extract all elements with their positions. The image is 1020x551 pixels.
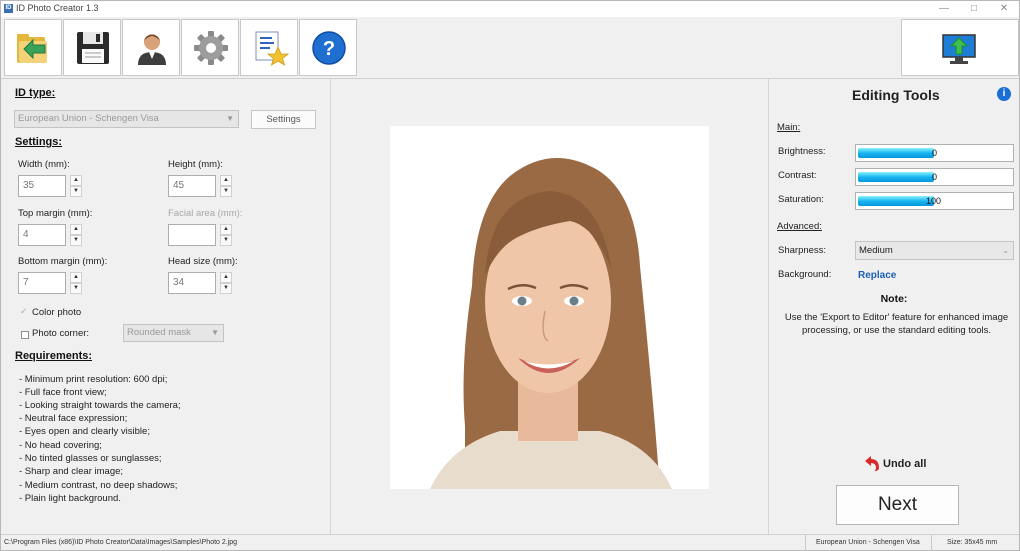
saturation-slider[interactable]: 100 [855,192,1014,210]
height-input[interactable]: 45 [168,175,216,197]
chevron-down-icon: ▼ [226,114,234,123]
undo-all-label: Undo all [883,458,927,470]
requirement-item: - Looking straight towards the camera; [19,400,181,411]
status-id-format: European Union - Schengen Visa [816,539,920,546]
contrast-slider[interactable]: 0 [855,168,1014,186]
open-folder-icon [17,34,47,63]
open-button[interactable] [4,19,62,76]
height-label: Height (mm): [168,159,223,170]
editing-tools-title: Editing Tools [852,87,940,103]
color-photo-label: Color photo [32,307,82,318]
id-type-select: European Union - Schengen Visa ▼ [14,110,239,128]
facial-area-input[interactable] [168,224,216,246]
svg-text:?: ? [323,38,335,60]
person-button[interactable] [122,19,180,76]
facial-area-stepper[interactable]: ▲ ▼ [220,224,232,246]
brightness-label: Brightness: [778,146,826,157]
chevron-down-icon: ⌄ [1002,246,1009,255]
help-button[interactable]: ? [299,19,357,76]
brightness-value: 0 [932,148,938,158]
height-stepper[interactable]: ▲ ▼ [220,175,232,197]
settings-button[interactable] [181,19,239,76]
width-label: Width (mm): [18,159,70,170]
person-icon [138,34,166,65]
bottom-margin-input[interactable]: 7 [18,272,66,294]
bottom-margin-label: Bottom margin (mm): [18,256,108,267]
status-photo-size: Size: 35x45 mm [947,539,998,546]
requirement-item: - Neutral face expression; [19,413,128,424]
requirement-item: - No head covering; [19,440,102,451]
top-margin-input[interactable]: 4 [18,224,66,246]
advanced-header: Advanced: [777,221,822,232]
head-size-stepper[interactable]: ▲ ▼ [220,272,232,294]
photo-preview-area [330,79,769,534]
width-input[interactable]: 35 [18,175,66,197]
main-header: Main: [777,122,801,133]
note-title: Note: [880,293,908,305]
status-bar: C:\Program Files (x86)\ID Photo Creator\… [1,534,1019,551]
requirements-header: Requirements: [15,350,93,362]
head-size-input[interactable]: 34 [168,272,216,294]
requirement-item: - Plain light background. [19,493,121,504]
minimize-button[interactable]: — [929,1,959,17]
requirement-item: - Full face front view; [19,387,107,398]
next-button[interactable]: Next [836,485,959,525]
templates-button[interactable] [240,19,298,76]
photo-corner-checkbox[interactable] [21,331,29,339]
portrait-photo [430,158,672,489]
photo-corner-label: Photo corner: [32,328,90,339]
contrast-value: 0 [932,172,938,182]
help-icon: ? [312,31,346,65]
sharpness-label: Sharpness: [778,245,827,256]
editing-tools-panel: Editing Tools i Main: Brightness: 0 Cont… [769,79,1019,534]
app-icon: ID [4,4,13,13]
export-to-editor-button[interactable] [901,19,1019,76]
save-button[interactable] [63,19,121,76]
saturation-value: 100 [926,196,942,206]
toolbar: ? [1,17,1019,79]
background-label: Background: [778,269,832,280]
close-button[interactable]: ✕ [989,1,1019,17]
contrast-label: Contrast: [778,170,817,181]
brightness-slider[interactable]: 0 [855,144,1014,162]
requirement-item: - Eyes open and clearly visible; [19,426,150,437]
color-photo-check-icon[interactable]: ✓ [20,306,28,317]
top-margin-label: Top margin (mm): [18,208,93,219]
requirement-item: - Medium contrast, no deep shadows; [19,480,178,491]
bottom-margin-stepper[interactable]: ▲ ▼ [70,272,82,294]
requirement-item: - No tinted glasses or sunglasses; [19,453,162,464]
settings-header: Settings: [15,136,63,148]
gear-icon [194,31,228,65]
top-margin-stepper[interactable]: ▲ ▼ [70,224,82,246]
status-file-path: C:\Program Files (x86)\ID Photo Creator\… [4,539,238,546]
settings-button[interactable]: Settings [251,110,316,129]
note-text: Use the 'Export to Editor' feature for e… [784,312,1009,336]
maximize-button[interactable]: □ [959,1,989,17]
chevron-down-icon: ▼ [211,328,219,337]
requirement-item: - Sharp and clear image; [19,466,124,477]
id-type-header: ID type: [15,87,56,99]
head-size-label: Head size (mm): [168,256,238,267]
save-disk-icon [77,32,109,64]
title-bar: ID ID Photo Creator 1.3 — □ ✕ [1,1,1019,17]
width-stepper[interactable]: ▲ ▼ [70,175,82,197]
facial-area-label: Facial area (mm): [168,208,243,219]
window-title: ID Photo Creator 1.3 [16,3,99,13]
undo-icon [865,456,879,471]
photo-preview[interactable] [390,126,709,489]
photo-corner-select: Rounded mask ▼ [123,324,224,342]
document-star-icon [255,31,289,66]
app-window: ID ID Photo Creator 1.3 — □ ✕ ? ID type:… [0,0,1020,551]
sharpness-select[interactable]: Medium ⌄ [855,241,1014,260]
monitor-upload-icon [942,34,976,64]
requirement-item: - Minimum print resolution: 600 dpi; [19,374,168,385]
id-settings-panel: ID type: European Union - Schengen Visa ▼… [1,79,330,534]
replace-background-link[interactable]: Replace [858,270,896,281]
saturation-label: Saturation: [778,194,824,205]
info-icon[interactable]: i [997,87,1011,101]
